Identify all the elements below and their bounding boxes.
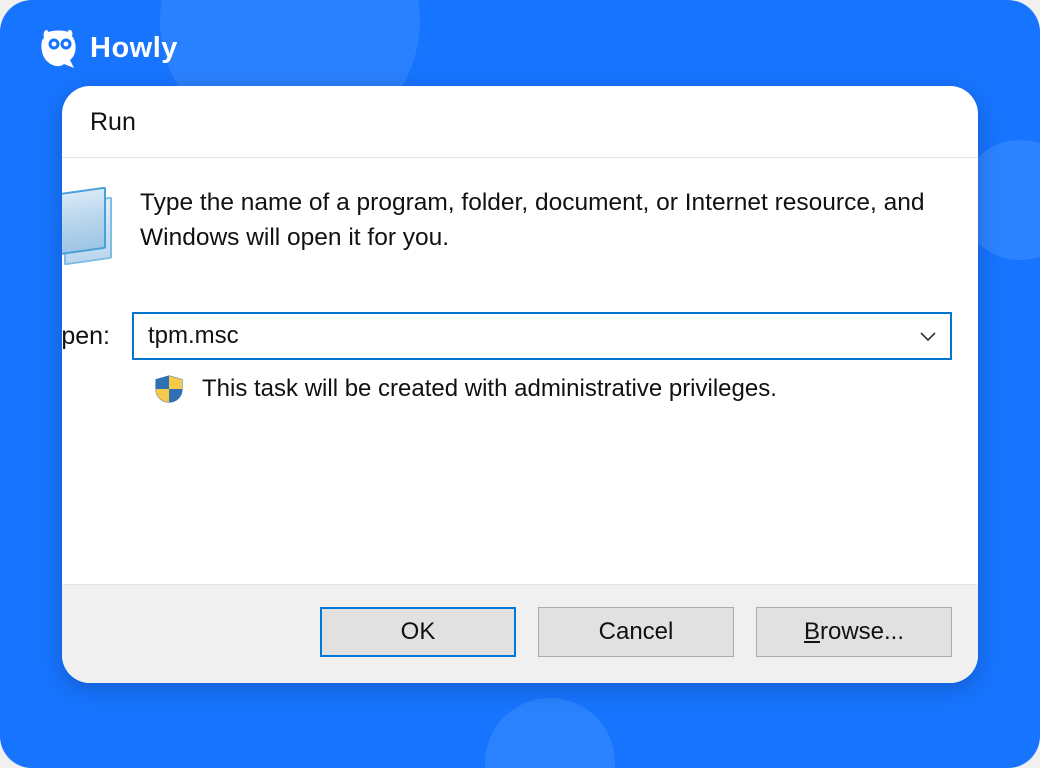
background: Howly Run Type the name of a program, fo… [0, 0, 1040, 768]
cancel-button[interactable]: Cancel [538, 607, 734, 657]
dialog-message: Type the name of a program, folder, docu… [140, 186, 950, 256]
admin-note: This task will be created with administr… [202, 375, 777, 403]
brand-logo: Howly [40, 28, 178, 68]
chevron-down-icon[interactable] [910, 326, 936, 347]
dialog-title: Run [62, 86, 978, 158]
owl-icon [40, 28, 80, 68]
button-bar: OK Cancel Browse... [62, 584, 978, 683]
open-label: pen: [62, 322, 110, 351]
brand-name: Howly [90, 32, 178, 65]
open-input[interactable] [148, 322, 910, 350]
open-input-wrapper[interactable] [132, 312, 952, 360]
browse-button[interactable]: Browse... [756, 607, 952, 657]
shield-icon [154, 374, 184, 404]
run-dialog: Run Type the name of a program, folder, … [62, 86, 978, 683]
run-icon [62, 190, 116, 270]
ok-button[interactable]: OK [320, 607, 516, 657]
